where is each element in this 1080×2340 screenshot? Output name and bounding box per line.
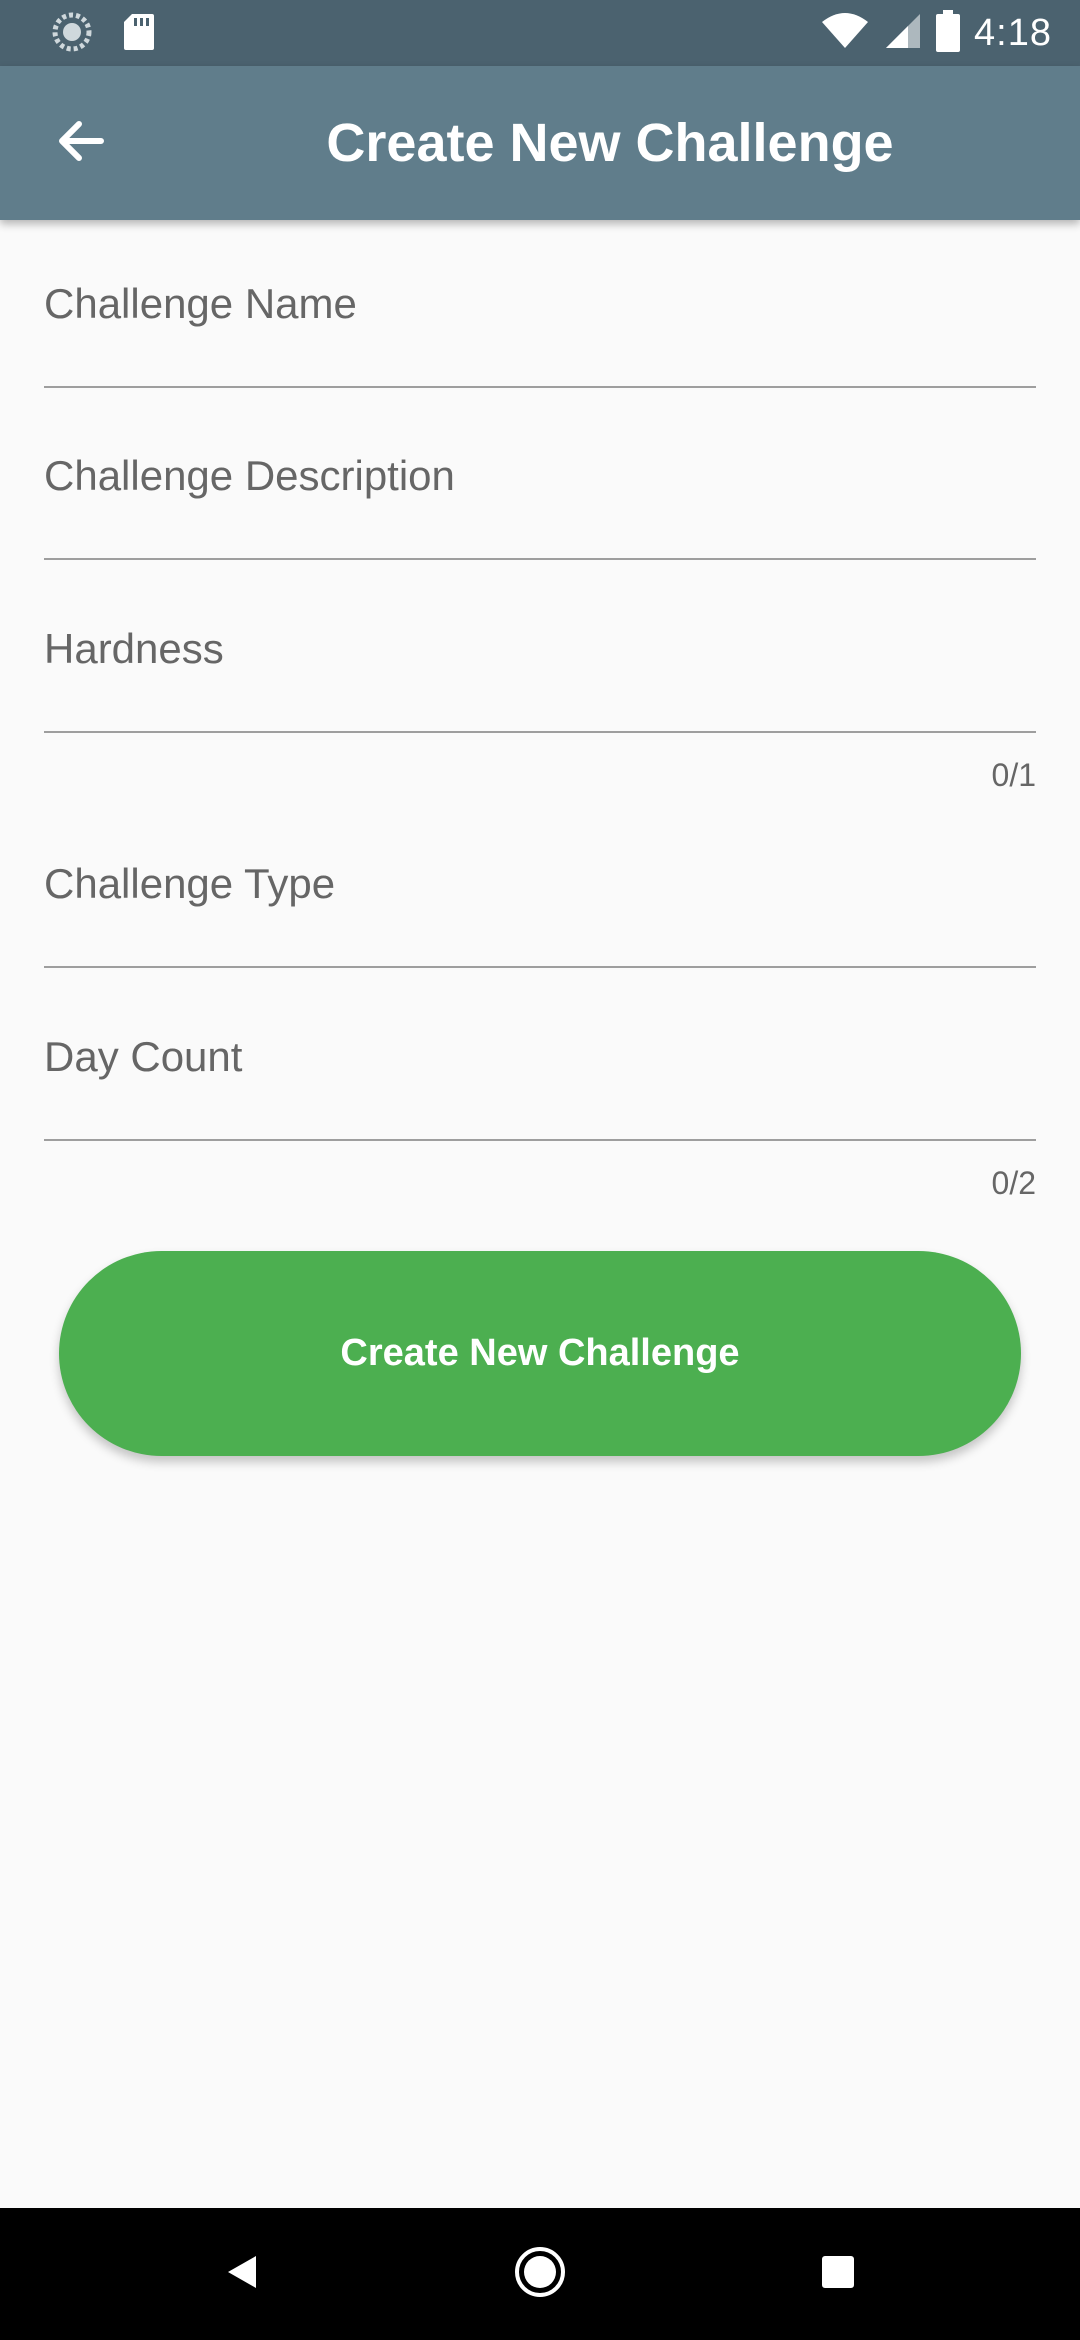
hardness-field[interactable]: Hardness 0/1 xyxy=(44,565,1036,805)
arrow-back-icon xyxy=(55,116,105,171)
recents-square-icon xyxy=(820,2254,856,2295)
challenge-type-field[interactable]: Challenge Type xyxy=(44,800,1036,970)
wifi-icon xyxy=(820,12,870,55)
hardness-label: Hardness xyxy=(44,625,224,672)
day-count-label: Day Count xyxy=(44,1033,243,1080)
status-left-icons xyxy=(52,12,156,57)
challenge-description-label: Challenge Description xyxy=(44,452,455,499)
page-title: Create New Challenge xyxy=(326,113,894,173)
sync-icon xyxy=(52,12,92,57)
back-triangle-icon xyxy=(222,2252,262,2297)
challenge-name-field[interactable]: Challenge Name xyxy=(44,220,1036,390)
nav-home-button[interactable] xyxy=(474,2208,606,2340)
challenge-name-label: Challenge Name xyxy=(44,280,357,327)
day-count-counter: 0/2 xyxy=(991,1165,1036,1201)
create-challenge-button[interactable]: Create New Challenge xyxy=(59,1251,1021,1456)
challenge-description-field[interactable]: Challenge Description xyxy=(44,392,1036,564)
app-bar: Create New Challenge xyxy=(0,66,1080,220)
status-time: 4:18 xyxy=(974,11,1052,54)
day-count-underline xyxy=(44,1139,1036,1141)
status-right-icons: 4:18 xyxy=(820,0,1052,66)
battery-icon xyxy=(936,9,961,57)
hardness-counter: 0/1 xyxy=(991,757,1036,793)
nav-recents-button[interactable] xyxy=(772,2208,904,2340)
hardness-underline xyxy=(44,731,1036,733)
sd-card-icon xyxy=(122,12,156,57)
challenge-name-underline xyxy=(44,386,1036,388)
challenge-type-label: Challenge Type xyxy=(44,860,336,907)
system-nav-bar xyxy=(0,2208,1080,2340)
cell-signal-icon xyxy=(884,12,922,55)
home-circle-icon xyxy=(513,2245,567,2304)
nav-back-button[interactable] xyxy=(176,2208,308,2340)
day-count-field[interactable]: Day Count 0/2 xyxy=(44,973,1036,1213)
status-bar: 4:18 xyxy=(0,0,1080,66)
back-button[interactable] xyxy=(40,103,120,183)
challenge-type-underline xyxy=(44,966,1036,968)
create-challenge-button-label: Create New Challenge xyxy=(340,1332,740,1374)
challenge-description-underline xyxy=(44,558,1036,560)
